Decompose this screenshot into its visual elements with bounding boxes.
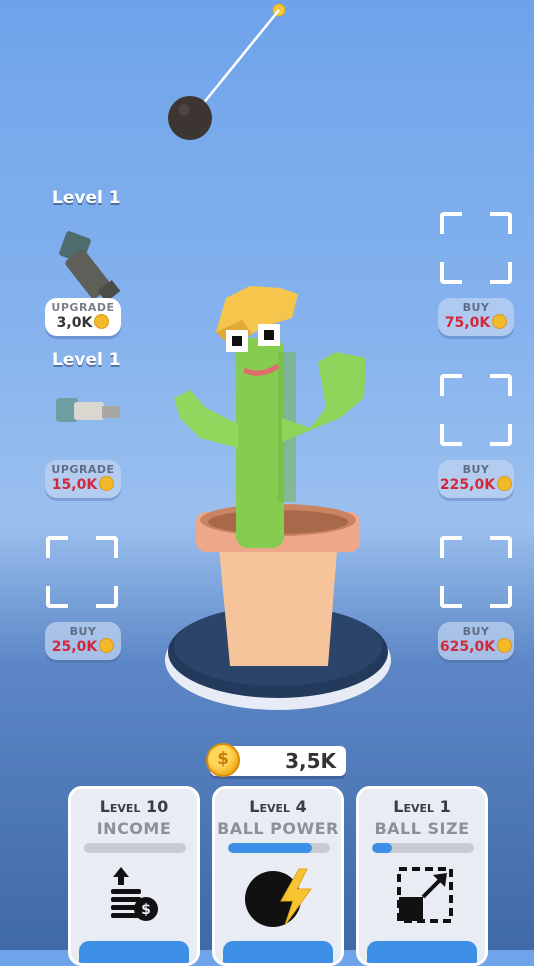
cannon-weapon-icon bbox=[59, 231, 121, 303]
right-slot-2-button-title: Buy bbox=[462, 463, 490, 476]
income-progress-bar bbox=[84, 843, 186, 853]
right-slot-1-empty-frame bbox=[440, 212, 512, 284]
left-slot-1-price: 3,0K bbox=[56, 315, 93, 331]
right-slot-1-buy-button[interactable]: Buy 75,0K bbox=[438, 298, 514, 336]
ball-size-level: Level 1 bbox=[393, 797, 451, 816]
right-slot-2-empty-frame bbox=[440, 374, 512, 446]
right-slot-1-button-title: Buy bbox=[462, 301, 490, 314]
income-buy-button[interactable] bbox=[79, 941, 189, 963]
wrecking-ball bbox=[168, 96, 212, 140]
coin-icon bbox=[99, 638, 115, 653]
ball-size-title: Ball Size bbox=[374, 819, 470, 838]
coin-icon bbox=[497, 476, 513, 491]
left-slot-3-buy-button[interactable]: Buy 25,0K bbox=[45, 622, 121, 660]
left-slot-3-empty-frame bbox=[46, 536, 118, 608]
left-slot-1-upgrade-button[interactable]: Upgrade 3,0K bbox=[45, 298, 121, 336]
coin-stack-icon: $ bbox=[111, 867, 158, 921]
income-title: Income bbox=[96, 819, 172, 838]
right-slot-3-price: 625,0K bbox=[439, 639, 496, 655]
rope bbox=[201, 9, 280, 106]
left-slot-1-level: Level 1 bbox=[52, 188, 121, 208]
right-slot-1-price: 75,0K bbox=[444, 315, 491, 331]
drill-weapon-icon bbox=[56, 398, 120, 422]
ball-size-buy-button[interactable] bbox=[367, 941, 477, 963]
ball-size-progress-bar bbox=[372, 843, 474, 853]
ball-size-upgrade-card[interactable]: Level 1 Ball Size bbox=[356, 786, 488, 966]
ball-size-icon bbox=[397, 867, 453, 923]
svg-text:$: $ bbox=[141, 902, 151, 918]
right-slot-3-empty-frame bbox=[440, 536, 512, 608]
coin-icon bbox=[492, 314, 508, 329]
left-slot-3-button-title: Buy bbox=[69, 625, 97, 638]
coin-icon bbox=[497, 638, 513, 653]
ball-power-level: Level 4 bbox=[249, 797, 307, 816]
left-slot-2-button-title: Upgrade bbox=[51, 463, 115, 476]
coin-balance-value: 3,5K bbox=[285, 749, 336, 773]
pendulum bbox=[168, 3, 286, 140]
ball-power-icon bbox=[245, 868, 312, 927]
right-slot-3-button-title: Buy bbox=[462, 625, 490, 638]
right-slot-2-price: 225,0K bbox=[439, 477, 496, 493]
ball-power-upgrade-card[interactable]: Level 4 Ball Power bbox=[212, 786, 344, 966]
cactus-scene bbox=[165, 286, 391, 710]
ball-power-progress-bar bbox=[228, 843, 330, 853]
right-slot-3-buy-button[interactable]: Buy 625,0K bbox=[438, 622, 514, 660]
left-slot-1-button-title: Upgrade bbox=[51, 301, 115, 314]
ball-power-title: Ball Power bbox=[217, 819, 339, 838]
left-slot-2-price: 15,0K bbox=[51, 477, 98, 493]
coin-icon bbox=[99, 476, 115, 491]
coin-icon bbox=[206, 743, 240, 777]
coin-icon bbox=[94, 314, 110, 329]
ball-power-buy-button[interactable] bbox=[223, 941, 333, 963]
income-upgrade-card[interactable]: Level 10 Income $ bbox=[68, 786, 200, 966]
left-slot-2-level: Level 1 bbox=[52, 350, 121, 370]
income-level: Level 10 bbox=[99, 797, 169, 816]
left-slot-3-price: 25,0K bbox=[51, 639, 98, 655]
right-slot-2-buy-button[interactable]: Buy 225,0K bbox=[438, 460, 514, 498]
left-slot-2-upgrade-button[interactable]: Upgrade 15,0K bbox=[45, 460, 121, 498]
